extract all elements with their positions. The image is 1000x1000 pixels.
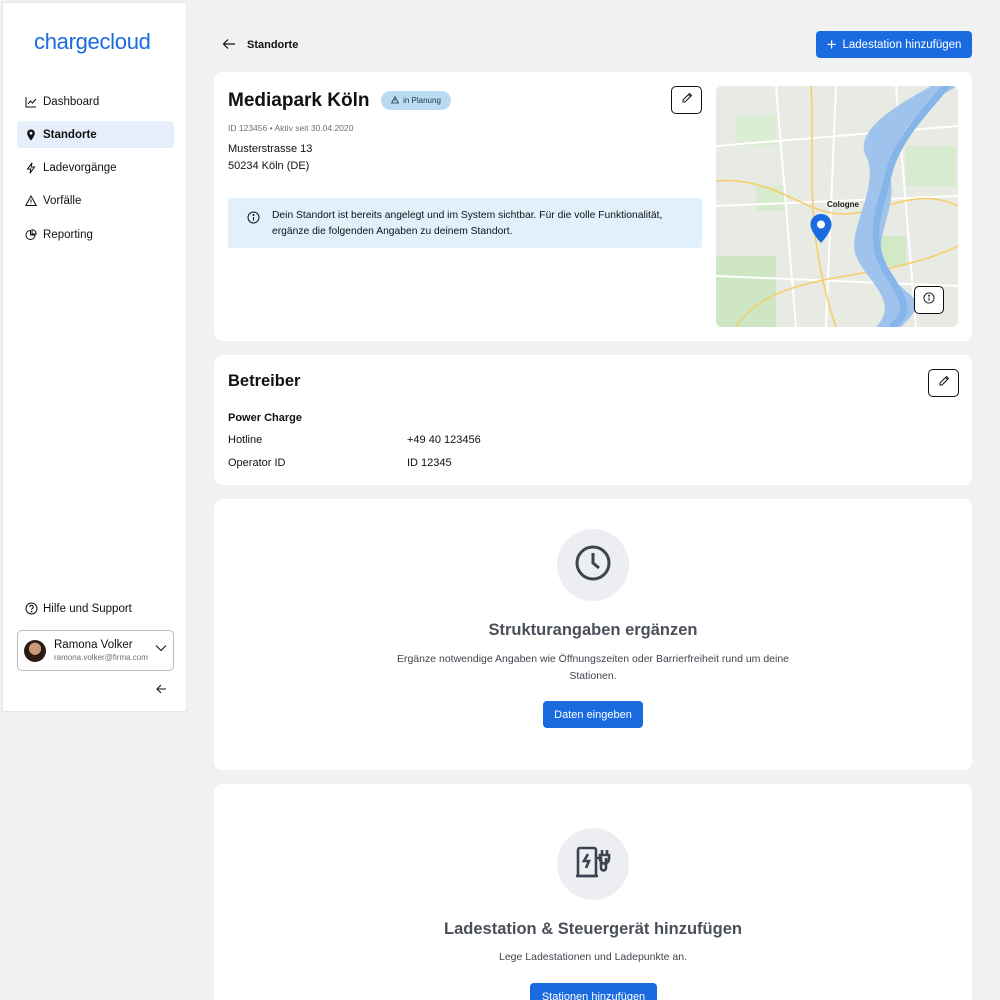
clock-icon-circle bbox=[557, 529, 629, 601]
sidebar-item-standorte[interactable]: Standorte bbox=[17, 121, 174, 149]
help-support-link[interactable]: Hilfe und Support bbox=[25, 602, 132, 615]
sidebar-nav: Dashboard Standorte Ladevorgänge Vorfäll… bbox=[17, 88, 174, 254]
map-info-button[interactable] bbox=[914, 286, 944, 314]
address-city: 50234 Köln (DE) bbox=[228, 160, 310, 172]
operator-name: Power Charge bbox=[228, 412, 302, 424]
add-button-label: Ladestation hinzufügen bbox=[842, 38, 962, 51]
sidebar-item-dashboard[interactable]: Dashboard bbox=[17, 88, 174, 115]
info-icon bbox=[247, 211, 260, 229]
warning-icon bbox=[25, 195, 37, 207]
lightning-icon bbox=[25, 162, 37, 174]
status-badge: in Planung bbox=[381, 91, 451, 110]
structure-card: Strukturangaben ergänzen Ergänze notwend… bbox=[214, 499, 972, 770]
map-pin-icon bbox=[25, 129, 37, 141]
sidebar-item-label: Dashboard bbox=[43, 95, 100, 108]
edit-operator-button[interactable] bbox=[928, 369, 959, 397]
chart-line-icon bbox=[25, 96, 37, 108]
operator-card: Betreiber Power Charge Hotline +49 40 12… bbox=[214, 355, 972, 485]
stations-card: Ladestation & Steuergerät hinzufügen Leg… bbox=[214, 784, 972, 1000]
breadcrumb[interactable]: Standorte bbox=[247, 39, 298, 51]
sidebar-item-ladevorgaenge[interactable]: Ladevorgänge bbox=[17, 155, 174, 182]
enter-data-button[interactable]: Daten eingeben bbox=[543, 701, 643, 728]
map-pin-icon bbox=[810, 214, 832, 249]
help-label: Hilfe und Support bbox=[43, 602, 132, 615]
plus-icon: + bbox=[826, 35, 837, 54]
collapse-sidebar-icon[interactable] bbox=[156, 681, 167, 699]
info-text: Dein Standort ist bereits angelegt und i… bbox=[272, 210, 663, 237]
user-name: Ramona Volker bbox=[54, 639, 133, 651]
operator-id-label: Operator ID bbox=[228, 457, 286, 469]
clock-icon bbox=[574, 544, 612, 587]
pie-chart-icon bbox=[25, 228, 37, 241]
add-charging-station-button[interactable]: + Ladestation hinzufügen bbox=[816, 31, 972, 58]
user-email: ramona.volker@firma.com bbox=[54, 653, 148, 662]
help-icon bbox=[25, 602, 38, 615]
sidebar-item-vorfaelle[interactable]: Vorfälle bbox=[17, 188, 174, 215]
location-title: Mediapark Köln bbox=[228, 90, 370, 111]
sidebar-item-label: Ladevorgänge bbox=[43, 162, 117, 175]
sidebar-item-label: Standorte bbox=[43, 128, 97, 141]
stations-description: Lege Ladestationen und Ladepunkte an. bbox=[498, 951, 687, 963]
user-menu[interactable]: Ramona Volker ramona.volker@firma.com bbox=[17, 630, 174, 671]
back-arrow-icon[interactable] bbox=[222, 37, 236, 55]
address-street: Musterstrasse 13 bbox=[228, 143, 313, 155]
add-stations-button[interactable]: Stationen hinzufügen bbox=[530, 983, 657, 1000]
sidebar: chargecloud Dashboard Standorte Ladevorg… bbox=[2, 2, 187, 712]
warning-icon bbox=[390, 95, 400, 106]
chevron-down-icon bbox=[155, 639, 167, 657]
location-card: Mediapark Köln in Planung ID 123456 • Ak… bbox=[214, 72, 972, 341]
hotline-label: Hotline bbox=[228, 434, 263, 446]
operator-id-value: ID 12345 bbox=[407, 457, 452, 469]
edit-location-button[interactable] bbox=[671, 86, 702, 114]
info-icon bbox=[923, 291, 935, 309]
sidebar-item-reporting[interactable]: Reporting bbox=[17, 221, 174, 248]
pencil-icon bbox=[938, 374, 950, 392]
charging-station-icon bbox=[573, 842, 613, 887]
sidebar-item-label: Vorfälle bbox=[43, 195, 82, 208]
status-label: in Planung bbox=[403, 96, 441, 105]
location-map[interactable]: Cologne bbox=[716, 86, 958, 327]
structure-title: Strukturangaben ergänzen bbox=[488, 621, 698, 639]
map-city-label: Cologne bbox=[827, 200, 859, 209]
avatar bbox=[24, 639, 46, 662]
operator-title: Betreiber bbox=[228, 372, 301, 390]
logo[interactable]: chargecloud bbox=[34, 29, 151, 55]
pencil-icon bbox=[681, 91, 693, 109]
hotline-value: +49 40 123456 bbox=[407, 434, 481, 446]
info-notice: Dein Standort ist bereits angelegt und i… bbox=[228, 198, 702, 248]
location-meta: ID 123456 • Aktiv seit 30.04.2020 bbox=[228, 123, 354, 133]
stations-title: Ladestation & Steuergerät hinzufügen bbox=[444, 920, 742, 938]
structure-description: Ergänze notwendige Angaben wie Öffnungsz… bbox=[396, 653, 790, 682]
charger-icon-circle bbox=[557, 828, 629, 900]
sidebar-item-label: Reporting bbox=[43, 228, 93, 241]
